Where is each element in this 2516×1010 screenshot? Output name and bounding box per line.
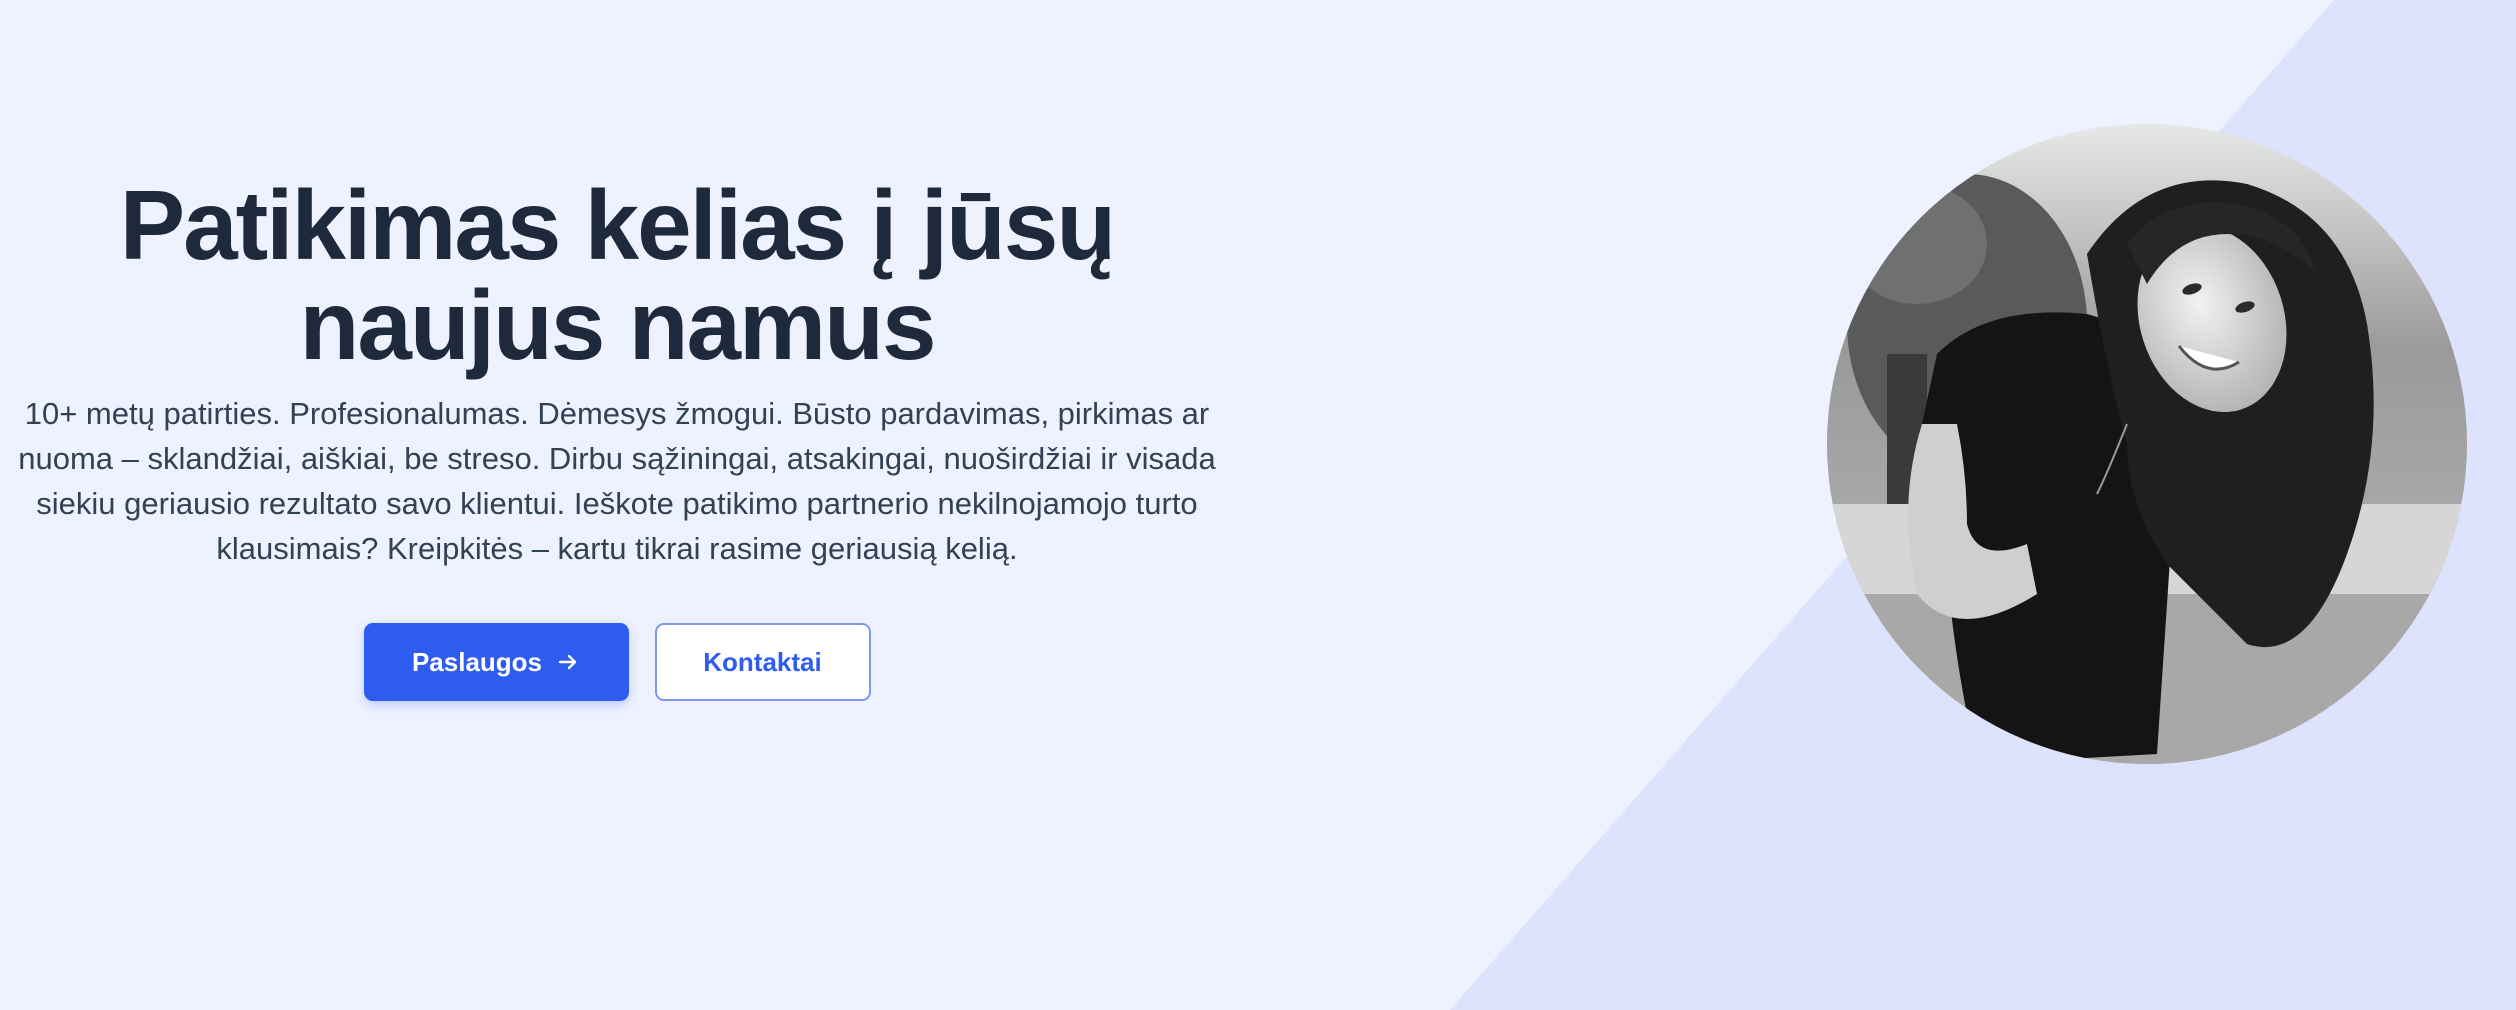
portrait-image (1827, 124, 2467, 764)
services-button[interactable]: Paslaugos (363, 623, 629, 701)
arrow-right-icon (558, 654, 577, 670)
services-button-label: Paslaugos (411, 646, 543, 677)
portrait-photo (1827, 124, 2467, 764)
cta-button-row: Paslaugos Kontaktai (0, 623, 1234, 701)
contacts-button-label: Kontaktai (703, 646, 822, 677)
hero-headline: Patikimas kelias į jūsų naujus namus (119, 170, 1116, 380)
hero-section: Patikimas kelias į jūsų naujus namus 10+… (0, 0, 2516, 1010)
hero-text-block: Patikimas kelias į jūsų naujus namus 10+… (0, 175, 1234, 701)
contacts-button[interactable]: Kontaktai (654, 623, 871, 701)
hero-description: 10+ metų patirties. Profesionalumas. Dėm… (18, 396, 1216, 566)
